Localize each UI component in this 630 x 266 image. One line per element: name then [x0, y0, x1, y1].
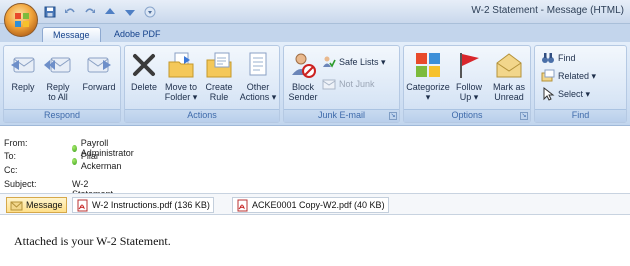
attachment-bar: Message W-2 Instructions.pdf (136 KB) AC…	[0, 193, 630, 215]
select-button[interactable]: Select ▾	[541, 86, 590, 102]
other-actions-icon	[249, 52, 267, 76]
actions-group: Delete Move to Folder ▾ Create Rule Othe…	[124, 45, 280, 123]
safe-lists-icon	[323, 56, 336, 68]
move-folder-icon	[168, 52, 194, 78]
delete-icon	[133, 54, 155, 76]
tab-message[interactable]: Message	[42, 27, 101, 42]
junk-email-dialog-launcher[interactable]: ↘	[389, 112, 397, 120]
junk-email-group-label: Junk E-mail	[284, 109, 399, 122]
categorize-button[interactable]: Categorize ▾	[406, 50, 450, 102]
presence-icon	[72, 157, 77, 165]
related-icon	[541, 69, 555, 82]
pdf-icon	[77, 199, 88, 211]
block-sender-icon	[292, 53, 316, 78]
follow-up-flag-icon	[460, 53, 479, 78]
actions-group-label: Actions	[125, 109, 279, 122]
office-logo-icon	[15, 13, 29, 27]
follow-up-button[interactable]: Follow Up ▾	[452, 50, 486, 102]
tab-adobe-pdf[interactable]: Adobe PDF	[104, 27, 171, 42]
quick-access-toolbar	[42, 4, 158, 20]
not-junk-icon	[322, 79, 336, 90]
safe-lists-button[interactable]: Safe Lists ▾	[322, 54, 386, 70]
pdf-icon	[237, 199, 248, 211]
message-body[interactable]: Attached is your W-2 Statement.	[0, 216, 630, 266]
attachment-item[interactable]: ACKE0001 Copy-W2.pdf (40 KB)	[232, 197, 389, 213]
junk-email-group: Block Sender Safe Lists ▾ Not Junk Junk …	[283, 45, 400, 123]
other-actions-button[interactable]: Other Actions ▾	[239, 50, 277, 102]
redo-icon[interactable]	[82, 4, 98, 20]
binoculars-icon	[542, 53, 554, 63]
message-header: From: Payroll Administrator To: Pilar Ac…	[0, 130, 630, 199]
reply-icon	[11, 57, 35, 73]
customize-icon[interactable]	[142, 4, 158, 20]
from-label: From:	[4, 138, 28, 148]
down-icon[interactable]	[122, 4, 138, 20]
find-button[interactable]: Find	[541, 50, 576, 66]
window-title: W-2 Statement - Message (HTML)	[471, 5, 624, 16]
move-to-folder-button[interactable]: Move to Folder ▾	[162, 50, 200, 102]
to-label: To:	[4, 151, 17, 161]
mark-as-unread-button[interactable]: Mark as Unread	[490, 50, 528, 102]
create-rule-button[interactable]: Create Rule	[203, 50, 235, 102]
up-icon[interactable]	[102, 4, 118, 20]
ribbon-tab-row: Message Adobe PDF	[0, 24, 630, 42]
forward-icon	[87, 57, 111, 73]
reply-all-icon	[44, 57, 71, 73]
to-value[interactable]: Pilar Ackerman	[72, 151, 124, 171]
message-tab[interactable]: Message	[6, 197, 67, 213]
options-group-label: Options	[404, 109, 530, 122]
body-text: Attached is your W-2 Statement.	[14, 234, 171, 248]
office-button[interactable]	[4, 3, 38, 37]
save-icon[interactable]	[42, 4, 58, 20]
subject-label: Subject:	[4, 179, 37, 189]
cursor-icon	[543, 87, 555, 101]
ribbon: Reply Reply to All Forward Respond Delet…	[0, 42, 630, 126]
title-bar: W-2 Statement - Message (HTML)	[0, 0, 630, 24]
undo-icon[interactable]	[62, 4, 78, 20]
respond-group: Reply Reply to All Forward Respond	[3, 45, 121, 123]
reply-all-button[interactable]: Reply to All	[42, 50, 74, 102]
respond-group-label: Respond	[4, 109, 120, 122]
reply-button[interactable]: Reply	[7, 50, 39, 92]
create-rule-icon	[206, 52, 232, 78]
not-junk-button[interactable]: Not Junk	[322, 76, 375, 92]
mark-unread-icon	[496, 53, 522, 78]
categorize-icon	[416, 53, 440, 77]
block-sender-button[interactable]: Block Sender	[288, 50, 318, 102]
options-group: Categorize ▾ Follow Up ▾ Mark as Unread …	[403, 45, 531, 123]
attachment-item[interactable]: W-2 Instructions.pdf (136 KB)	[72, 197, 214, 213]
envelope-icon	[10, 201, 23, 210]
cc-label: Cc:	[4, 165, 18, 175]
related-button[interactable]: Related ▾	[541, 68, 596, 84]
options-dialog-launcher[interactable]: ↘	[520, 112, 528, 120]
forward-button[interactable]: Forward	[80, 50, 118, 92]
find-group: Find Related ▾ Select ▾ Find	[534, 45, 627, 123]
find-group-label: Find	[535, 109, 626, 122]
delete-button[interactable]: Delete	[129, 50, 159, 92]
